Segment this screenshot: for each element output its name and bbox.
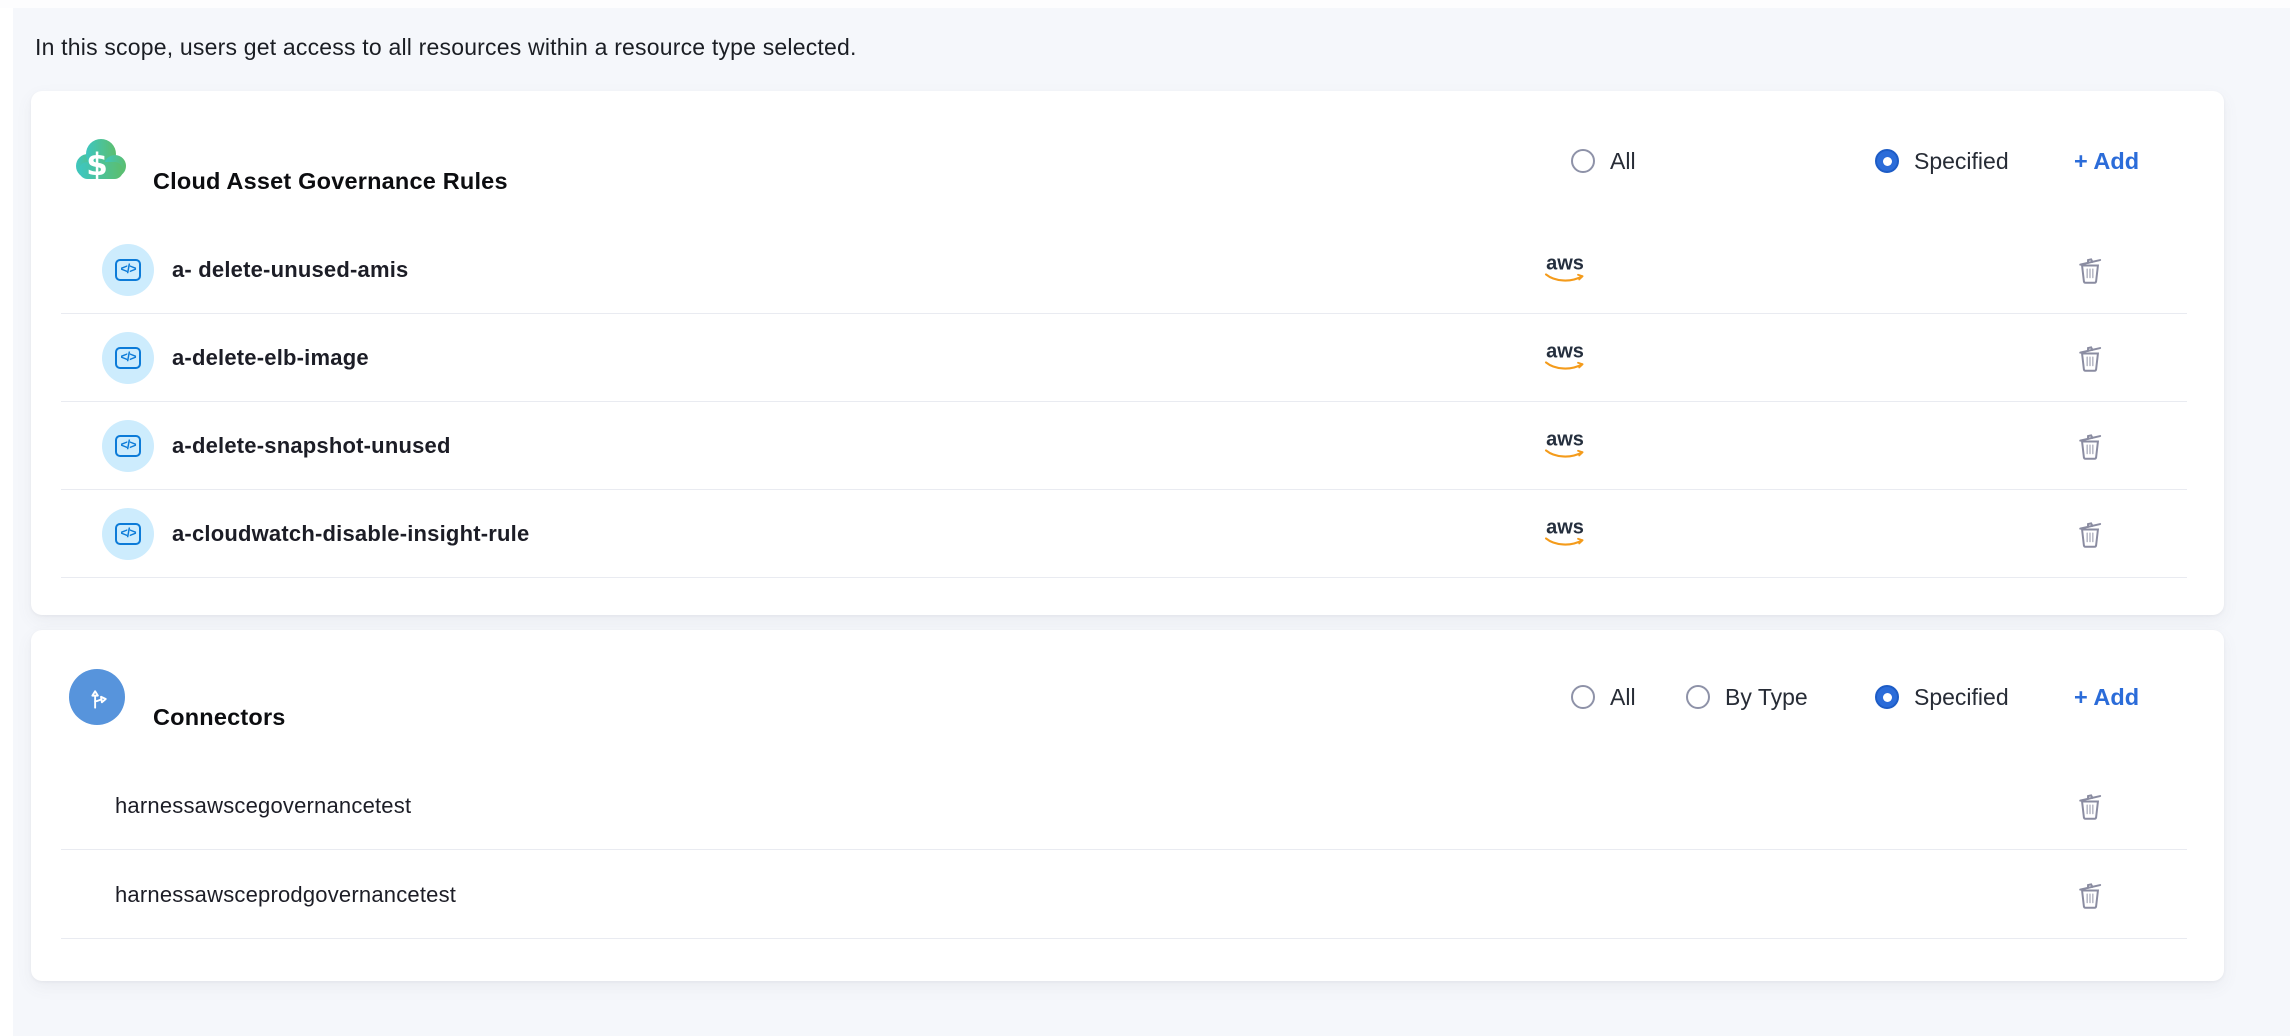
aws-logo: aws	[1541, 429, 1589, 460]
delete-connector-button[interactable]	[2069, 874, 2111, 916]
connectors-option-by-type[interactable]: By Type	[1686, 683, 1808, 711]
aws-logo-text: aws	[1546, 517, 1584, 537]
rule-code-icon: </>	[102, 420, 154, 472]
aws-logo-text: aws	[1546, 429, 1584, 449]
trash-icon	[2073, 429, 2107, 463]
governance-rule-row: </> a-cloudwatch-disable-insight-rule aw…	[31, 490, 2224, 578]
trash-icon	[2073, 517, 2107, 551]
radio-all-label: All	[1610, 684, 1636, 711]
rule-code-icon: </>	[102, 508, 154, 560]
radio-by-type[interactable]	[1686, 685, 1710, 709]
aws-smile-icon	[1544, 360, 1586, 372]
trash-icon	[2073, 789, 2107, 823]
rule-name: a-delete-snapshot-unused	[172, 433, 451, 459]
aws-smile-icon	[1544, 448, 1586, 460]
trash-icon	[2073, 878, 2107, 912]
radio-specified-label: Specified	[1914, 684, 2009, 711]
rule-glyph: </>	[115, 259, 140, 281]
connector-row: harnessawsceprodgovernancetest	[31, 850, 2224, 939]
radio-all[interactable]	[1571, 149, 1595, 173]
connector-row: harnessawscegovernancetest	[31, 761, 2224, 850]
connectors-list: harnessawscegovernancetest harnessawscep…	[31, 761, 2224, 939]
rule-name: a-cloudwatch-disable-insight-rule	[172, 521, 529, 547]
delete-rule-button[interactable]	[2069, 337, 2111, 379]
connector-name: harnessawscegovernancetest	[115, 793, 411, 819]
rule-glyph: </>	[115, 435, 140, 457]
aws-logo: aws	[1541, 517, 1589, 548]
delete-connector-button[interactable]	[2069, 785, 2111, 827]
connectors-fork-icon	[69, 669, 125, 725]
aws-logo: aws	[1541, 253, 1589, 284]
connectors-option-specified[interactable]: Specified	[1875, 683, 2009, 711]
delete-rule-button[interactable]	[2069, 425, 2111, 467]
rule-glyph: </>	[115, 347, 140, 369]
trash-icon	[2073, 253, 2107, 287]
governance-rule-row: </> a-delete-elb-image aws	[31, 314, 2224, 402]
delete-rule-button[interactable]	[2069, 249, 2111, 291]
rule-code-icon: </>	[102, 332, 154, 384]
governance-section-title: Cloud Asset Governance Rules	[153, 168, 508, 195]
scope-description: In this scope, users get access to all r…	[35, 34, 857, 61]
connectors-card: Connectors All By Type Specified + Add h…	[31, 630, 2224, 981]
governance-add-button[interactable]: + Add	[2074, 148, 2139, 175]
aws-logo: aws	[1541, 341, 1589, 372]
aws-logo-text: aws	[1546, 341, 1584, 361]
radio-by-type-label: By Type	[1725, 684, 1808, 711]
delete-rule-button[interactable]	[2069, 513, 2111, 555]
radio-all-label: All	[1610, 148, 1636, 175]
rule-glyph: </>	[115, 523, 140, 545]
connector-name: harnessawsceprodgovernancetest	[115, 882, 456, 908]
governance-option-specified[interactable]: Specified	[1875, 147, 2009, 175]
radio-specified[interactable]	[1875, 149, 1899, 173]
aws-smile-icon	[1544, 536, 1586, 548]
connectors-option-all[interactable]: All	[1571, 683, 1636, 711]
governance-option-all[interactable]: All	[1571, 147, 1636, 175]
radio-specified[interactable]	[1875, 685, 1899, 709]
governance-rule-row: </> a- delete-unused-amis aws	[31, 226, 2224, 314]
governance-rules-list: </> a- delete-unused-amis aws	[31, 226, 2224, 578]
radio-all[interactable]	[1571, 685, 1595, 709]
trash-icon	[2073, 341, 2107, 375]
rule-name: a- delete-unused-amis	[172, 257, 408, 283]
dollar-glyph: $	[86, 147, 108, 183]
connectors-section-title: Connectors	[153, 704, 286, 731]
page-left-edge	[0, 0, 13, 1036]
aws-smile-icon	[1544, 272, 1586, 284]
governance-rule-row: </> a-delete-snapshot-unused aws	[31, 402, 2224, 490]
radio-specified-label: Specified	[1914, 148, 2009, 175]
governance-rules-card: $ Cloud Asset Governance Rules All Speci…	[31, 91, 2224, 615]
connectors-add-button[interactable]: + Add	[2074, 684, 2139, 711]
rule-name: a-delete-elb-image	[172, 345, 369, 371]
page-top-edge	[0, 0, 2290, 8]
cloud-dollar-icon: $	[72, 135, 130, 192]
aws-logo-text: aws	[1546, 253, 1584, 273]
rule-code-icon: </>	[102, 244, 154, 296]
